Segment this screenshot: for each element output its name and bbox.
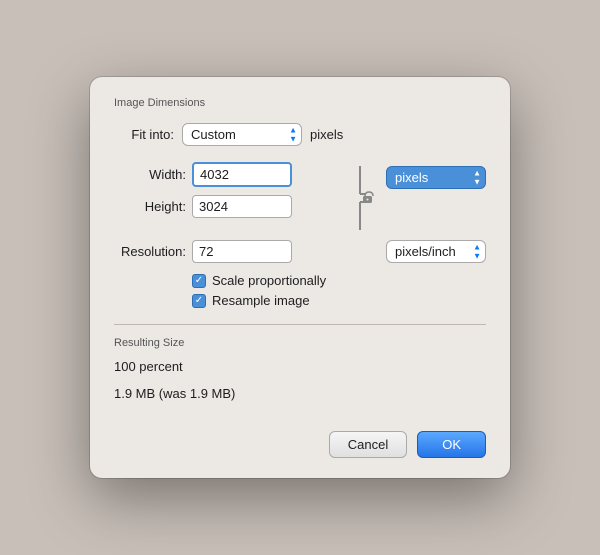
scale-proportionally-label: Scale proportionally xyxy=(212,273,326,288)
result-percent: 100 percent xyxy=(114,359,486,374)
height-input[interactable] xyxy=(192,195,292,218)
width-row: Width: xyxy=(114,162,344,187)
height-label: Height: xyxy=(114,199,186,214)
height-row: Height: xyxy=(114,195,344,218)
cancel-button[interactable]: Cancel xyxy=(329,431,407,458)
button-row: Cancel OK xyxy=(114,431,486,458)
left-fields: Width: Height: xyxy=(114,162,344,218)
lock-bracket-container xyxy=(356,166,374,230)
divider xyxy=(114,324,486,325)
checkmark-icon: ✓ xyxy=(195,276,203,286)
fit-label: Fit into: xyxy=(114,127,174,142)
image-dimensions-dialog: Image Dimensions Fit into: Custom ▲ ▼ pi… xyxy=(90,77,510,478)
resolution-unit-wrapper[interactable]: pixels/inch ▲ ▼ xyxy=(386,240,486,263)
fit-select-wrapper[interactable]: Custom ▲ ▼ xyxy=(182,123,302,146)
pixels-unit-select[interactable]: pixels xyxy=(386,166,486,189)
resulting-size-title: Resulting Size xyxy=(114,337,486,349)
fit-unit-label: pixels xyxy=(310,127,343,142)
fields-area: Width: Height: xyxy=(114,162,486,230)
ok-button[interactable]: OK xyxy=(417,431,486,458)
scale-proportionally-row[interactable]: ✓ Scale proportionally xyxy=(192,273,486,288)
checkboxes-area: ✓ Scale proportionally ✓ Resample image xyxy=(192,273,486,308)
resolution-label: Resolution: xyxy=(114,244,186,259)
resulting-size-section: Resulting Size 100 percent 1.9 MB (was 1… xyxy=(114,337,486,421)
fit-select[interactable]: Custom xyxy=(182,123,302,146)
checkmark-icon-2: ✓ xyxy=(195,296,203,306)
width-input[interactable] xyxy=(192,162,292,187)
width-label: Width: xyxy=(114,167,186,182)
resolution-input[interactable] xyxy=(192,240,292,263)
lock-bracket-svg xyxy=(356,166,374,230)
resample-image-checkbox[interactable]: ✓ xyxy=(192,294,206,308)
resample-image-label: Resample image xyxy=(212,293,310,308)
result-size: 1.9 MB (was 1.9 MB) xyxy=(114,386,486,401)
dialog-title: Image Dimensions xyxy=(114,97,486,109)
fit-row: Fit into: Custom ▲ ▼ pixels xyxy=(114,123,486,146)
pixels-unit-wrapper[interactable]: pixels ▲ ▼ xyxy=(386,166,486,189)
resolution-unit-select[interactable]: pixels/inch xyxy=(386,240,486,263)
resample-image-row[interactable]: ✓ Resample image xyxy=(192,293,486,308)
resolution-row: Resolution: xyxy=(114,240,350,263)
scale-proportionally-checkbox[interactable]: ✓ xyxy=(192,274,206,288)
right-unit-area: pixels ▲ ▼ xyxy=(386,162,486,189)
